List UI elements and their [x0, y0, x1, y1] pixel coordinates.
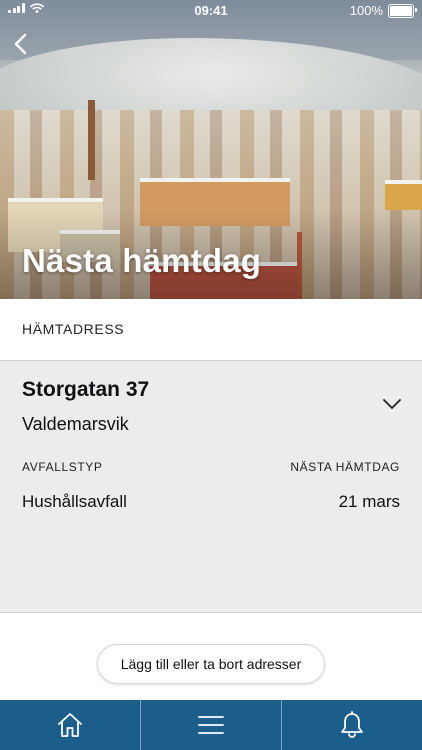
page-title: Nästa hämtdag — [22, 242, 262, 279]
next-pickup-header: NÄSTA HÄMTDAG — [290, 460, 400, 474]
battery-percent: 100% — [349, 3, 383, 18]
next-pickup-value: 21 mars — [338, 492, 400, 511]
menu-icon — [198, 716, 224, 734]
manage-addresses-button[interactable]: Lägg till eller ta bort adresser — [97, 644, 325, 684]
status-bar: 09:41 100% — [0, 0, 422, 22]
home-icon — [58, 713, 82, 737]
address-card[interactable]: Storgatan 37 Valdemarsvik AVFALLSTYP NÄS… — [0, 361, 422, 613]
chevron-left-icon — [14, 33, 27, 55]
tab-bar — [0, 700, 422, 750]
tab-notifications[interactable] — [281, 700, 422, 750]
address-city: Valdemarsvik — [22, 414, 129, 434]
address-street: Storgatan 37 — [22, 378, 150, 401]
back-button[interactable] — [10, 32, 34, 56]
battery-icon — [388, 3, 417, 18]
tab-menu[interactable] — [140, 700, 281, 750]
waste-type-value: Hushållsavfall — [22, 492, 127, 511]
address-section-header: HÄMTADRESS — [0, 299, 422, 361]
bell-icon — [341, 711, 363, 738]
chevron-down-icon[interactable] — [382, 397, 402, 411]
waste-type-header: AVFALLSTYP — [22, 460, 103, 474]
tab-home[interactable] — [0, 700, 140, 750]
address-section-label: HÄMTADRESS — [22, 321, 125, 337]
